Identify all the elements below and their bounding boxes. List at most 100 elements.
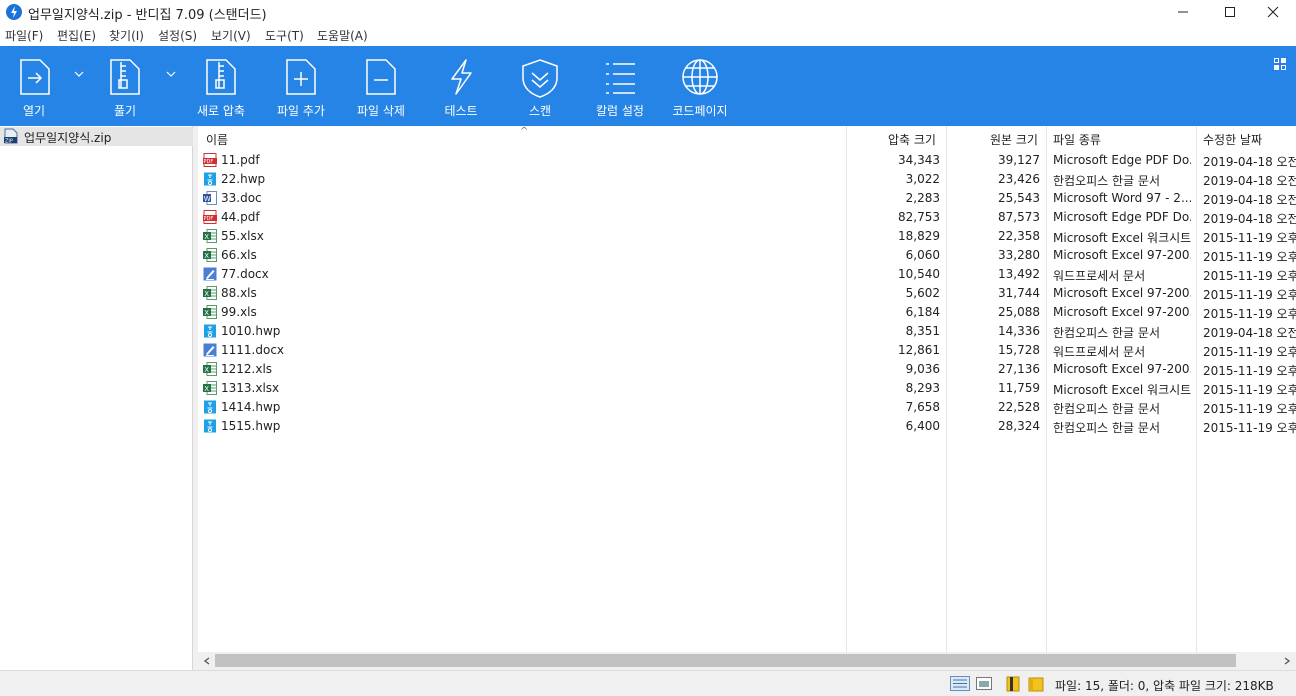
open-button[interactable]: 열기 xyxy=(0,46,68,126)
svg-text:X: X xyxy=(204,290,209,298)
preview-view-icon[interactable] xyxy=(976,677,992,690)
status-text: 파일: 15, 폴더: 0, 압축 파일 크기: 218KB xyxy=(1055,679,1274,693)
column-header-name[interactable]: 이름 xyxy=(206,131,228,148)
file-type: 워드프로세서 문서 xyxy=(1053,269,1146,283)
file-row[interactable]: PDF 44.pdf 82,753 87,573 Microsoft Edge PDF … xyxy=(198,208,1296,227)
file-type: Microsoft Excel 97-200... xyxy=(1053,362,1191,376)
tree-item-label: 업무일지양식.zip xyxy=(24,131,112,145)
svg-text:X: X xyxy=(204,252,209,260)
menu-view[interactable]: 보기(V) xyxy=(211,27,251,44)
file-name: 88.xls xyxy=(221,286,257,300)
close-icon xyxy=(1267,6,1279,18)
modified-date: 2019-04-18 오전 xyxy=(1203,212,1296,226)
test-button[interactable]: 테스트 xyxy=(425,46,497,126)
file-row[interactable]: X 1212.xls 9,036 27,136 Microsoft Excel 97-2… xyxy=(198,360,1296,379)
column-header-modified[interactable]: 수정한 날짜 xyxy=(1203,131,1262,148)
file-row[interactable]: X 55.xlsx 18,829 22,358 Microsoft Excel 워크시트… xyxy=(198,227,1296,246)
menu-find[interactable]: 찾기(I) xyxy=(109,27,144,44)
file-row[interactable]: 1515.hwp 6,400 28,324 한컴오피스 한글 문서 2015-11-19… xyxy=(198,417,1296,436)
file-row[interactable]: X 99.xls 6,184 25,088 Microsoft Excel 97-200… xyxy=(198,303,1296,322)
codepage-button[interactable]: 코드페이지 xyxy=(664,46,736,126)
extract-button[interactable]: 풀기 xyxy=(90,46,160,126)
menu-tools[interactable]: 도구(T) xyxy=(265,27,304,44)
file-row[interactable]: 77.docx 10,540 13,492 워드프로세서 문서 2015-11-19 오… xyxy=(198,265,1296,284)
modified-date: 2015-11-19 오후 xyxy=(1203,307,1296,321)
original-size: 28,324 xyxy=(998,419,1040,433)
pdf-icon: PDF xyxy=(203,153,217,167)
column-header-original[interactable]: 원본 크기 xyxy=(990,131,1038,148)
menu-settings[interactable]: 설정(S) xyxy=(158,27,197,44)
original-size: 27,136 xyxy=(998,362,1040,376)
svg-text:X: X xyxy=(204,366,209,374)
hwp-icon xyxy=(203,172,217,186)
column-header-type[interactable]: 파일 종류 xyxy=(1053,131,1101,148)
file-name: 1515.hwp xyxy=(221,419,281,433)
details-view-icon[interactable] xyxy=(950,676,970,691)
file-type: Microsoft Edge PDF Do... xyxy=(1053,210,1191,224)
file-type: Microsoft Excel 97-200... xyxy=(1053,305,1191,319)
column-settings-button[interactable]: 칼럼 설정 xyxy=(584,46,656,126)
modified-date: 2015-11-19 오후 xyxy=(1203,250,1296,264)
scan-button[interactable]: 스캔 xyxy=(504,46,576,126)
packed-size: 6,400 xyxy=(905,419,940,433)
minimize-button[interactable] xyxy=(1160,0,1206,24)
packed-size: 5,602 xyxy=(905,286,940,300)
minimize-icon xyxy=(1178,11,1188,13)
list-columns-icon xyxy=(606,63,635,94)
file-row[interactable]: 1111.docx 12,861 15,728 워드프로세서 문서 2015-11-19… xyxy=(198,341,1296,360)
file-type: Microsoft Excel 워크시트 xyxy=(1053,231,1191,245)
packed-size: 12,861 xyxy=(898,343,940,357)
original-size: 25,088 xyxy=(998,305,1040,319)
open-dropdown-icon[interactable] xyxy=(74,70,84,78)
file-row[interactable]: X 88.xls 5,602 31,744 Microsoft Excel 97-200… xyxy=(198,284,1296,303)
add-file-button[interactable]: 파일 추가 xyxy=(265,46,337,126)
column-header-packed[interactable]: 압축 크기 xyxy=(888,131,936,148)
menu-help[interactable]: 도움말(A) xyxy=(317,27,368,44)
sort-ascending-icon: ^ xyxy=(520,126,529,137)
file-type: 한컴오피스 한글 문서 xyxy=(1053,402,1160,416)
delete-file-label: 파일 삭제 xyxy=(357,104,405,118)
packed-size: 18,829 xyxy=(898,229,940,243)
file-type: 한컴오피스 한글 문서 xyxy=(1053,174,1160,188)
scroll-right-icon[interactable] xyxy=(1283,657,1291,665)
svg-text:X: X xyxy=(204,233,209,241)
original-size: 11,759 xyxy=(998,381,1040,395)
globe-icon xyxy=(682,59,718,95)
extract-dropdown-icon[interactable] xyxy=(166,70,176,78)
original-size: 87,573 xyxy=(998,210,1040,224)
file-row[interactable]: X 1313.xlsx 8,293 11,759 Microsoft Excel 워크시… xyxy=(198,379,1296,398)
menu-file[interactable]: 파일(F) xyxy=(5,27,43,44)
scroll-left-icon[interactable] xyxy=(203,657,211,665)
excel-icon: X xyxy=(203,362,217,376)
file-row[interactable]: 1414.hwp 7,658 22,528 한컴오피스 한글 문서 2015-11-19… xyxy=(198,398,1296,417)
file-row[interactable]: W 33.doc 2,283 25,543 Microsoft Word 97 - 2.… xyxy=(198,189,1296,208)
horizontal-scrollbar[interactable] xyxy=(198,652,1296,670)
new-archive-button[interactable]: 새로 압축 xyxy=(185,46,257,126)
tree-item-archive[interactable]: ZIP 업무일지양식.zip xyxy=(0,127,193,146)
excel-icon: X xyxy=(203,305,217,319)
menu-edit[interactable]: 편집(E) xyxy=(57,27,96,44)
folder-tree: ZIP 업무일지양식.zip xyxy=(0,126,193,670)
bookmark-icon[interactable] xyxy=(1005,676,1021,692)
excel-icon: X xyxy=(203,229,217,243)
delete-file-button[interactable]: 파일 삭제 xyxy=(345,46,417,126)
original-size: 22,528 xyxy=(998,400,1040,414)
hwp-icon xyxy=(203,419,217,433)
maximize-button[interactable] xyxy=(1207,0,1253,24)
modified-date: 2019-04-18 오전 xyxy=(1203,326,1296,340)
hwp-icon xyxy=(203,324,217,338)
file-row[interactable]: 1010.hwp 8,351 14,336 한컴오피스 한글 문서 2019-04-18… xyxy=(198,322,1296,341)
file-row[interactable]: PDF 11.pdf 34,343 39,127 Microsoft Edge PDF … xyxy=(198,151,1296,170)
file-type: Microsoft Excel 97-200... xyxy=(1053,286,1191,300)
scrollbar-thumb[interactable] xyxy=(215,654,1236,667)
codepage-label: 코드페이지 xyxy=(672,104,728,118)
excel-icon: X xyxy=(203,381,217,395)
file-row[interactable]: X 66.xls 6,060 33,280 Microsoft Excel 97-200… xyxy=(198,246,1296,265)
close-button[interactable] xyxy=(1250,0,1296,24)
original-size: 39,127 xyxy=(998,153,1040,167)
layout-grid-icon[interactable] xyxy=(1274,58,1286,70)
pdf-icon: PDF xyxy=(203,210,217,224)
folder-icon[interactable] xyxy=(1028,676,1044,692)
file-row[interactable]: 22.hwp 3,022 23,426 한컴오피스 한글 문서 2019-04-18 오… xyxy=(198,170,1296,189)
svg-text:X: X xyxy=(204,309,209,317)
